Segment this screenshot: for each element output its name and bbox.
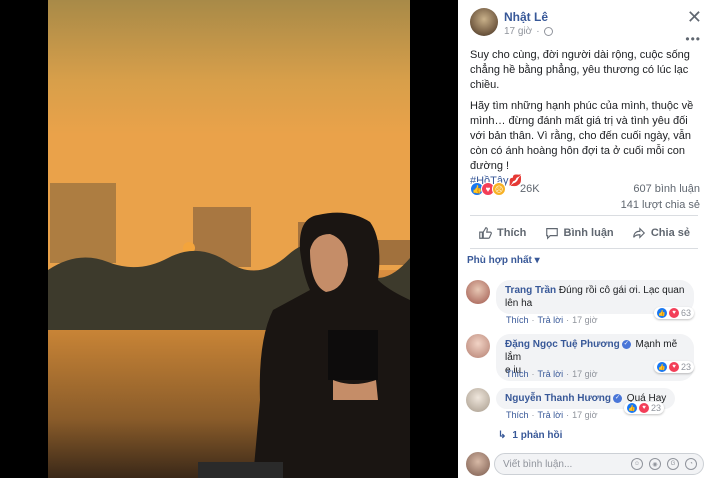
divider: [470, 248, 698, 249]
like-button[interactable]: Thích: [470, 220, 534, 246]
sad-reaction-icon: ☹: [492, 182, 506, 196]
comment-actions: Thích · Trả lời · 17 giờ: [506, 315, 598, 325]
comment-reactions[interactable]: 👍 ♥ 23: [654, 361, 695, 373]
comment-time[interactable]: 17 giờ: [572, 369, 597, 379]
commenter-name[interactable]: Nguyễn Thanh Hương: [505, 393, 611, 404]
commenter-name[interactable]: Trang Trần: [505, 285, 556, 296]
post-header: Nhật Lê 17 giờ · ✕ •••: [470, 8, 702, 46]
comment-button[interactable]: Bình luận: [537, 220, 622, 246]
comment-reaction-count: 23: [651, 403, 662, 413]
share-button[interactable]: Chia sẻ: [624, 220, 698, 246]
share-count[interactable]: 141 lượt chia sẻ: [621, 199, 700, 211]
photo-viewer: [0, 0, 458, 478]
like-reaction-icon: 👍: [657, 308, 667, 318]
comment-time[interactable]: 17 giờ: [572, 410, 597, 420]
dot-separator: ·: [536, 26, 540, 37]
comment-time[interactable]: 17 giờ: [572, 315, 597, 325]
comment-icon: [545, 228, 558, 240]
reply-arrow-icon: ↳: [498, 430, 507, 441]
action-bar: Thích Bình luận Chia sẻ: [470, 220, 698, 246]
post-paragraph-2: Hãy tìm những hạnh phúc của mình, thuộc …: [470, 99, 698, 189]
verified-badge-icon: ✓: [613, 393, 623, 403]
commenter-name[interactable]: Đặng Ngọc Tuệ Phương: [505, 339, 620, 350]
author-name[interactable]: Nhật Lê: [504, 10, 548, 24]
comment-reply-link[interactable]: Trả lời: [538, 315, 564, 325]
comment-reactions[interactable]: 👍 ♥ 63: [654, 307, 695, 319]
comment-text-1: Đúng rồi cô gái ơi. Lạc quan: [558, 285, 685, 296]
composer-icons: ☺ ◉ G ◔: [631, 458, 697, 470]
commenter-avatar[interactable]: [466, 280, 490, 304]
comment-sort-dropdown[interactable]: Phù hợp nhất ▾: [467, 255, 540, 266]
comment-text-2: lên ha: [505, 298, 533, 309]
post-photo[interactable]: [48, 0, 410, 478]
post-paragraph-1: Suy cho cùng, đời người dài rộng, cuộc s…: [470, 49, 690, 91]
post-side-panel: Nhật Lê 17 giờ · ✕ ••• Suy cho cùng, đời…: [458, 0, 710, 478]
post-paragraph-2-text: Hãy tìm những hạnh phúc của mình, thuộc …: [470, 100, 694, 172]
comment-reactions[interactable]: 👍 ♥ 23: [624, 402, 665, 414]
share-icon: [633, 227, 645, 239]
share-label: Chia sẻ: [650, 227, 690, 239]
like-label: Thích: [497, 227, 527, 239]
comment-input[interactable]: Viết bình luận... ☺ ◉ G ◔: [494, 453, 704, 475]
close-icon[interactable]: ✕: [687, 8, 702, 26]
sort-label: Phù hợp nhất: [467, 255, 532, 266]
like-reaction-icon: 👍: [657, 362, 667, 372]
sunset-photo-art: [48, 0, 410, 478]
comment-actions: Thích · Trả lời · 17 giờ: [506, 410, 598, 420]
author-avatar[interactable]: [470, 8, 498, 36]
like-icon: [479, 227, 492, 239]
reaction-summary: 👍 ♥ ☹ 26K 607 bình luận 141 lượt chia sẻ: [470, 180, 700, 211]
comment-reply-link[interactable]: Trả lời: [538, 369, 564, 379]
post-text: Suy cho cùng, đời người dài rộng, cuộc s…: [470, 48, 698, 195]
commenter-avatar[interactable]: [466, 388, 490, 412]
comment-reaction-count: 63: [681, 308, 692, 318]
current-user-avatar: [466, 452, 490, 476]
post-time[interactable]: 17 giờ: [504, 26, 532, 37]
reaction-count[interactable]: 26K: [520, 183, 540, 195]
comment-like-link[interactable]: Thích: [506, 410, 529, 420]
view-replies-link[interactable]: ↳ 1 phản hồi: [498, 430, 562, 441]
commenter-avatar[interactable]: [466, 334, 490, 358]
comment-actions: Thích · Trả lời · 17 giờ: [506, 369, 598, 379]
comment-placeholder: Viết bình luận...: [503, 459, 573, 470]
love-reaction-icon: ♥: [639, 403, 649, 413]
like-reaction-icon: 👍: [627, 403, 637, 413]
emoji-icon[interactable]: ☺: [631, 458, 643, 470]
comment-like-link[interactable]: Thích: [506, 369, 529, 379]
comment-reply-link[interactable]: Trả lời: [538, 410, 564, 420]
reaction-icons[interactable]: 👍 ♥ ☹: [470, 182, 506, 196]
chevron-down-icon: ▾: [534, 255, 540, 266]
more-icon[interactable]: •••: [685, 32, 701, 46]
love-reaction-icon: ♥: [669, 362, 679, 372]
comment-reaction-count: 23: [681, 362, 692, 372]
divider: [470, 215, 698, 216]
gif-icon[interactable]: G: [667, 458, 679, 470]
love-reaction-icon: ♥: [669, 308, 679, 318]
sticker-icon[interactable]: ◔: [685, 458, 697, 470]
comment-composer: Viết bình luận... ☺ ◉ G ◔: [466, 452, 704, 476]
globe-icon: [543, 27, 553, 36]
verified-badge-icon: ✓: [621, 339, 631, 349]
camera-icon[interactable]: ◉: [649, 458, 661, 470]
replies-label: 1 phản hồi: [512, 430, 563, 441]
comment-like-link[interactable]: Thích: [506, 315, 529, 325]
comment-count[interactable]: 607 bình luận: [633, 183, 700, 195]
post-meta: 17 giờ ·: [504, 26, 553, 37]
comment-label: Bình luận: [563, 227, 614, 239]
